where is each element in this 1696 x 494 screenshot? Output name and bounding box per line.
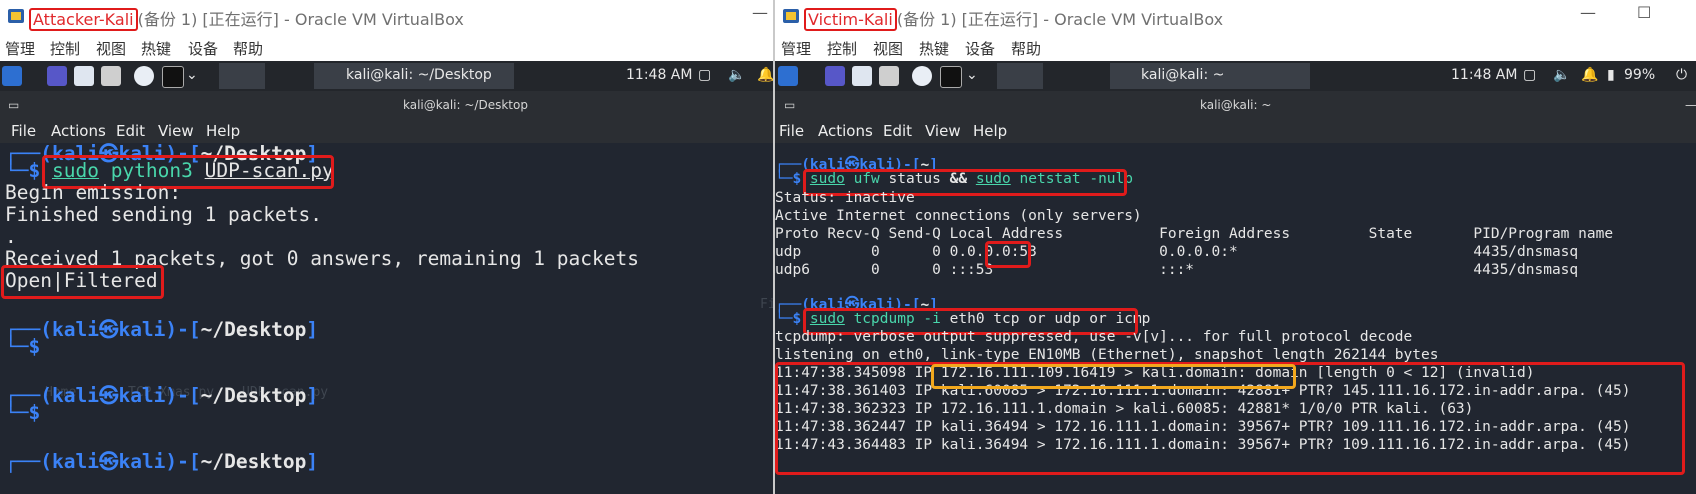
output-line: Active Internet connections (only server… xyxy=(775,208,1142,224)
terminal-titlebar: ▭ kali@kali: ~ — xyxy=(775,91,1696,119)
battery-percent: 99% xyxy=(1624,67,1656,83)
volume-icon[interactable]: 🔈 xyxy=(728,67,745,83)
netstat-row: udp6 0 0 :::53 :::* 4435/dnsmasq xyxy=(775,262,1579,278)
prompt-input-line: └─$ xyxy=(5,335,41,358)
output-line: . xyxy=(5,225,17,248)
kali-menu-icon[interactable] xyxy=(2,66,22,86)
menu-control[interactable]: 控制 xyxy=(50,38,80,59)
menu-help[interactable]: Help xyxy=(973,122,1007,140)
window-titlebar[interactable]: Attacker-Kali (备份 1) [正在运行] - Oracle VM V… xyxy=(0,0,773,33)
vm-name-highlight: Attacker-Kali xyxy=(29,8,138,31)
screen-icon[interactable]: ▢ xyxy=(698,67,711,83)
prompt-line: ┌──(kali㉿kali)-[~/Desktop] xyxy=(5,318,319,341)
netstat-header: Proto Recv-Q Send-Q Local Address Foreig… xyxy=(775,226,1614,242)
workspace-1-tab[interactable] xyxy=(219,63,265,89)
menu-edit[interactable]: Edit xyxy=(883,122,912,140)
menu-devices[interactable]: 设备 xyxy=(188,38,218,59)
port-highlight xyxy=(985,241,1031,268)
menu-actions[interactable]: Actions xyxy=(818,122,873,140)
minimize-icon[interactable]: — xyxy=(1685,98,1696,112)
menu-manage[interactable]: 管理 xyxy=(781,38,811,59)
power-icon[interactable]: ⏻ xyxy=(1676,67,1687,83)
chevron-down-icon[interactable]: ⌄ xyxy=(966,67,978,83)
menu-help[interactable]: 帮助 xyxy=(1011,38,1041,59)
terminal-window-icon: ▭ xyxy=(784,98,796,112)
output-line: Finished sending 1 packets. xyxy=(5,203,322,226)
window-title: Attacker-Kali (备份 1) [正在运行] - Oracle VM V… xyxy=(29,6,464,31)
browser-icon[interactable] xyxy=(912,66,932,86)
terminal-launcher-icon[interactable] xyxy=(162,66,184,88)
kali-menu-icon[interactable] xyxy=(778,66,798,86)
workspace-1-tab[interactable] xyxy=(997,63,1043,89)
menu-file[interactable]: File xyxy=(779,122,804,140)
vm-name-highlight: Victim-Kali xyxy=(804,8,897,31)
panel-clock[interactable]: 11:48 AM xyxy=(626,67,692,83)
output-line: tcpdump: verbose output suppressed, use … xyxy=(775,329,1413,345)
menu-view[interactable]: 视图 xyxy=(873,38,903,59)
netstat-row: udp 0 0 0.0.0.0:53 0.0.0.0:* 4435/dnsmas… xyxy=(775,244,1579,260)
kali-top-panel: ⌄ kali@kali: ~/Desktop 11:48 AM ▢ 🔈 🔔 xyxy=(0,61,773,91)
file-manager-icon[interactable] xyxy=(74,66,94,86)
volume-icon[interactable]: 🔈 xyxy=(1553,67,1570,83)
output-line: Begin emission: xyxy=(5,181,182,204)
minimize-button[interactable]: — xyxy=(752,3,768,22)
kali-top-panel: ⌄ kali@kali: ~ 11:48 AM ▢ 🔈 🔔 ▮ 99% ⏻ xyxy=(775,61,1696,91)
menu-manage[interactable]: 管理 xyxy=(5,38,35,59)
bell-icon[interactable]: 🔔 xyxy=(757,67,773,83)
maximize-button[interactable]: ☐ xyxy=(1637,3,1651,22)
window-title: Victim-Kali (备份 1) [正在运行] - Oracle VM Vir… xyxy=(804,6,1223,31)
window-titlebar[interactable]: Victim-Kali (备份 1) [正在运行] - Oracle VM Vir… xyxy=(775,0,1696,33)
prompt-line: ┌──(kali㉿kali)-[~/Desktop] xyxy=(5,450,319,473)
text-editor-icon[interactable] xyxy=(879,66,899,86)
terminal-output[interactable]: ┌──(kali㉿kali)-[~] └─$ sudo ufw status &… xyxy=(775,143,1696,494)
menu-devices[interactable]: 设备 xyxy=(965,38,995,59)
prompt-input-line: └─$ xyxy=(5,401,41,424)
virtualbox-icon xyxy=(8,9,24,23)
terminal-output[interactable]: Home TCP-Xmas.py UDP-scan.py File System… xyxy=(0,142,773,494)
output-line: listening on eth0, link-type EN10MB (Eth… xyxy=(775,347,1439,363)
terminal-titlebar: ▭ kali@kali: ~/Desktop xyxy=(0,91,773,119)
packet-source-highlight xyxy=(931,364,1296,389)
taskbar-terminal-label: kali@kali: ~ xyxy=(1141,67,1225,83)
browser-icon[interactable] xyxy=(134,66,154,86)
menu-hotkey[interactable]: 热键 xyxy=(141,38,171,59)
terminal-title: kali@kali: ~ xyxy=(1200,98,1272,112)
file-manager-icon[interactable] xyxy=(852,66,872,86)
terminal-menubar: File Actions Edit View Help xyxy=(775,119,1696,143)
menu-view[interactable]: View xyxy=(925,122,961,140)
minimize-button[interactable]: — xyxy=(1580,3,1596,22)
victim-vm-window: Victim-Kali (备份 1) [正在运行] - Oracle VM Vir… xyxy=(775,0,1696,494)
menu-view[interactable]: 视图 xyxy=(96,38,126,59)
bell-icon[interactable]: 🔔 xyxy=(1581,67,1598,83)
vbox-menubar: 管理 控制 视图 热键 设备 帮助 xyxy=(0,33,773,61)
virtualbox-icon xyxy=(783,9,799,23)
text-editor-icon[interactable] xyxy=(101,66,121,86)
output-line: Status: inactive xyxy=(775,190,915,206)
desktop-icon[interactable] xyxy=(47,66,67,86)
terminal-launcher-icon[interactable] xyxy=(940,66,962,88)
screen-icon[interactable]: ▢ xyxy=(1523,67,1536,83)
chevron-down-icon[interactable]: ⌄ xyxy=(186,67,198,83)
vbox-menubar: 管理 控制 视图 热键 设备 帮助 xyxy=(775,33,1696,61)
desktop-icon[interactable] xyxy=(825,66,845,86)
menu-help[interactable]: 帮助 xyxy=(233,38,263,59)
prompt-line: ┌──(kali㉿kali)-[~/Desktop] xyxy=(5,384,319,407)
panel-clock[interactable]: 11:48 AM xyxy=(1451,67,1517,83)
menu-control[interactable]: 控制 xyxy=(827,38,857,59)
terminal-title: kali@kali: ~/Desktop xyxy=(403,98,528,112)
taskbar-terminal-label: kali@kali: ~/Desktop xyxy=(346,67,492,83)
desktop-watermark-fs: File System xyxy=(760,297,773,312)
attacker-vm-window: Attacker-Kali (备份 1) [正在运行] - Oracle VM V… xyxy=(0,0,773,494)
battery-icon[interactable]: ▮ xyxy=(1607,67,1615,83)
result-highlight xyxy=(1,265,164,299)
menu-hotkey[interactable]: 热键 xyxy=(919,38,949,59)
terminal-window-icon: ▭ xyxy=(8,98,20,112)
